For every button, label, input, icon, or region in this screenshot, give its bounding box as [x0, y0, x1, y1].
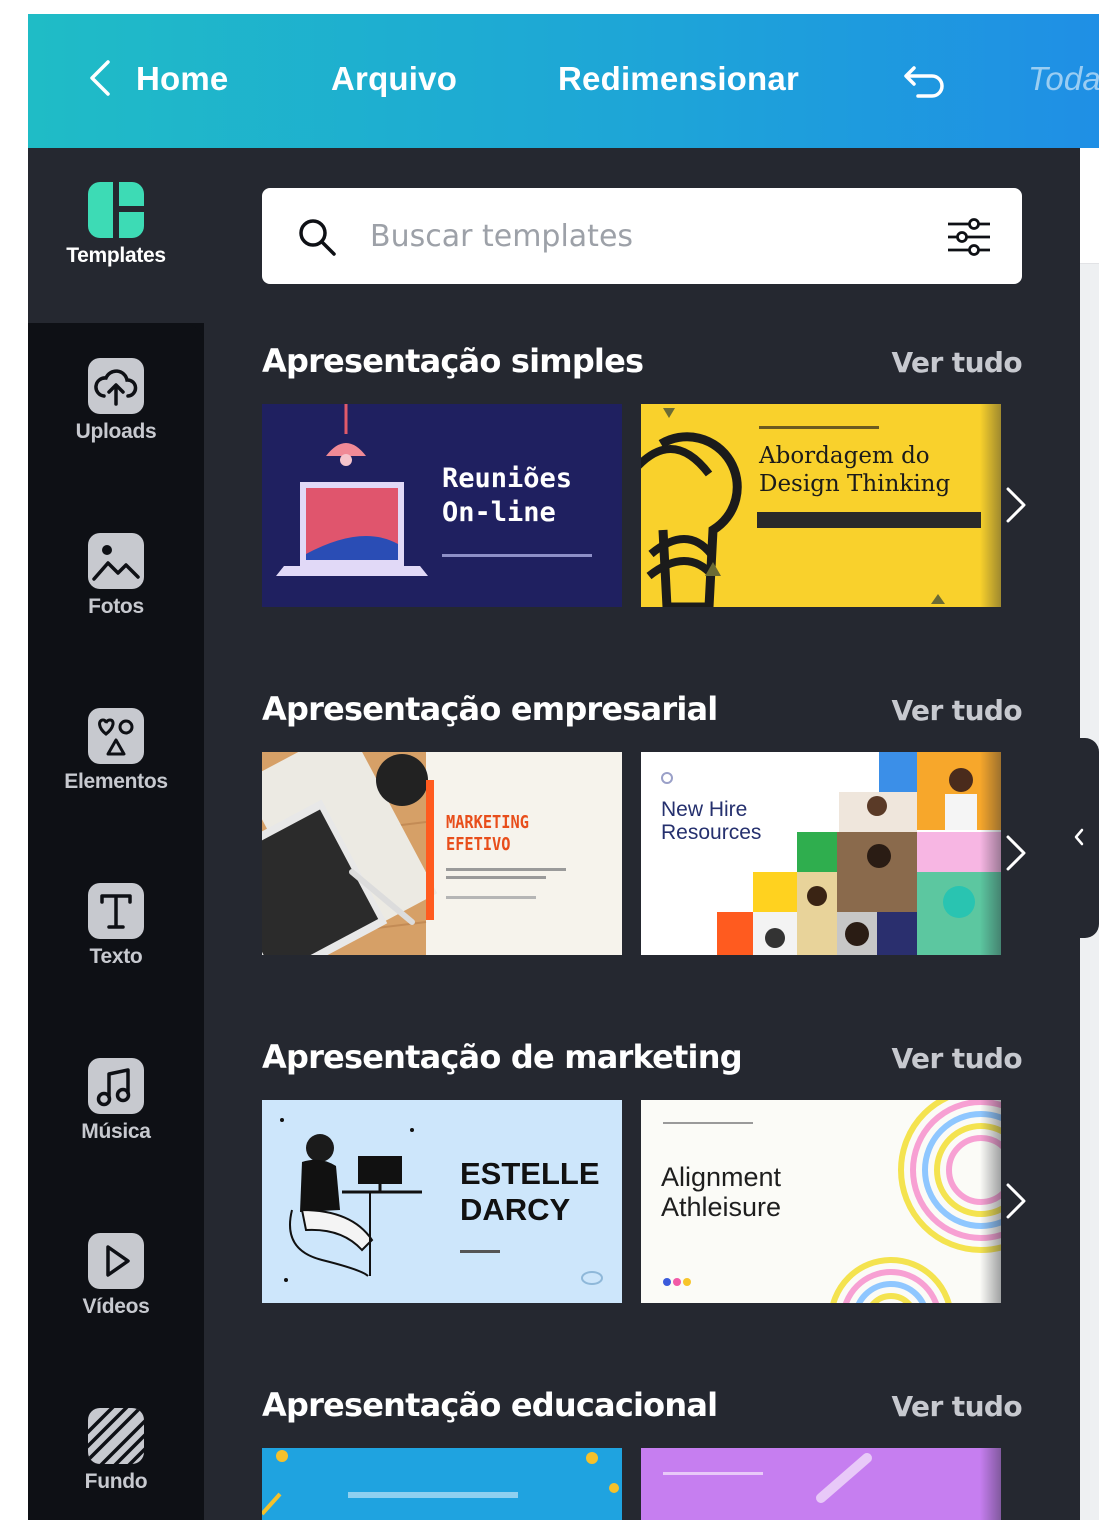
- sidebar-item-music[interactable]: Música: [28, 1058, 204, 1144]
- desk-photo: [262, 752, 566, 955]
- section-business-presentation: Apresentação empresarial Ver tudo MARKET…: [262, 690, 1040, 960]
- sidebar-item-label: Vídeos: [82, 1295, 150, 1318]
- section-title: Apresentação educacional: [262, 1386, 718, 1424]
- template-title-line: Alignment: [661, 1162, 782, 1192]
- chevron-left-icon[interactable]: [1072, 826, 1086, 848]
- sidebar-item-templates[interactable]: Templates: [28, 182, 204, 268]
- template-title-line: Reuniões: [442, 463, 573, 494]
- see-all-link[interactable]: Ver tudo: [892, 694, 1023, 727]
- sidebar-item-videos[interactable]: Vídeos: [28, 1233, 204, 1319]
- templates-panel: Apresentação simples Ver tudo Reuniões O…: [204, 148, 1080, 1520]
- sidebar-item-label: Texto: [89, 945, 143, 968]
- top-toolbar: Home Arquivo Redimensionar Toda: [28, 14, 1099, 148]
- template-title-line: Athleisure: [661, 1192, 782, 1222]
- document-title[interactable]: Toda: [1028, 60, 1099, 98]
- tab-corner: [28, 323, 204, 347]
- photo-icon: [88, 533, 144, 589]
- sidebar-item-label: Elementos: [64, 770, 168, 793]
- template-title-line: DARCY: [460, 1192, 571, 1227]
- music-icon: [88, 1058, 144, 1114]
- template-thumbnail[interactable]: ESTELLE DARCY: [262, 1100, 622, 1303]
- search-bar: [262, 188, 1022, 284]
- filter-sliders-icon[interactable]: [946, 216, 992, 258]
- see-all-link[interactable]: Ver tudo: [892, 1390, 1023, 1423]
- template-thumbnail[interactable]: Alignment Athleisure: [641, 1100, 1001, 1303]
- see-all-link[interactable]: Ver tudo: [892, 346, 1023, 379]
- canvas-toolbar-area: [1080, 148, 1099, 264]
- template-title-line: Abordagem do: [759, 443, 930, 469]
- team-photo-collage: [661, 752, 1001, 955]
- template-thumbnail[interactable]: [262, 1448, 622, 1520]
- sidebar-item-label: Fotos: [88, 595, 144, 618]
- template-title-line: MARKETING: [446, 812, 529, 833]
- template-title-line: EFETIVO: [446, 834, 511, 855]
- chevron-left-icon[interactable]: [84, 58, 118, 98]
- template-title-line: Resources: [661, 821, 762, 844]
- upload-cloud-icon: [88, 358, 144, 414]
- section-educational-presentation: Apresentação educacional Ver tudo: [262, 1386, 1040, 1520]
- template-thumbnail[interactable]: New Hire Resources: [641, 752, 1001, 955]
- lightbulb-illustration: [641, 408, 981, 607]
- sidebar-item-label: Uploads: [75, 420, 157, 443]
- sidebar-item-text[interactable]: Texto: [28, 883, 204, 969]
- section-title: Apresentação empresarial: [262, 690, 718, 728]
- sidebar-item-label: Templates: [66, 244, 166, 267]
- section-title: Apresentação simples: [262, 342, 644, 380]
- school-pattern: [262, 1450, 619, 1516]
- video-icon: [88, 1233, 144, 1289]
- see-all-link[interactable]: Ver tudo: [892, 1042, 1023, 1075]
- home-button[interactable]: Home: [136, 60, 229, 98]
- sidebar-item-label: Fundo: [84, 1470, 148, 1493]
- chevron-right-icon[interactable]: [1000, 1181, 1030, 1221]
- template-thumbnail[interactable]: [641, 1448, 1001, 1520]
- sidebar-item-photos[interactable]: Fotos: [28, 533, 204, 619]
- sidebar-item-background[interactable]: Fundo: [28, 1408, 204, 1494]
- template-title-line: Design Thinking: [759, 471, 951, 497]
- sidebar-item-uploads[interactable]: Uploads: [28, 358, 204, 444]
- section-marketing-presentation: Apresentação de marketing Ver tudo ESTEL…: [262, 1038, 1040, 1308]
- template-thumbnail[interactable]: Abordagem do Design Thinking: [641, 404, 1001, 607]
- template-title-line: On-line: [442, 497, 556, 528]
- template-title-line: New Hire: [661, 798, 748, 821]
- template-title-line: ESTELLE: [460, 1156, 600, 1191]
- shapes-icon: [88, 708, 144, 764]
- subtitle-placeholder: [442, 554, 592, 557]
- text-icon: [88, 883, 144, 939]
- sidebar-item-elements[interactable]: Elementos: [28, 708, 204, 794]
- purple-abstract-graphic: [663, 1453, 872, 1503]
- chevron-right-icon[interactable]: [1000, 485, 1030, 525]
- chevron-right-icon[interactable]: [1000, 833, 1030, 873]
- background-icon: [88, 1408, 144, 1464]
- search-input[interactable]: [370, 206, 930, 266]
- side-navigation: Templates Uploads Fotos Elementos Texto …: [28, 148, 204, 1520]
- undo-icon[interactable]: [902, 60, 948, 100]
- template-thumbnail[interactable]: Reuniões On-line: [262, 404, 622, 607]
- search-icon: [299, 219, 336, 256]
- templates-icon: [88, 182, 144, 238]
- file-menu-button[interactable]: Arquivo: [331, 60, 457, 98]
- resize-button[interactable]: Redimensionar: [558, 60, 799, 98]
- template-thumbnail[interactable]: MARKETING EFETIVO: [262, 752, 622, 955]
- section-title: Apresentação de marketing: [262, 1038, 743, 1076]
- section-simple-presentation: Apresentação simples Ver tudo Reuniões O…: [262, 342, 1040, 612]
- sidebar-item-label: Música: [81, 1120, 151, 1143]
